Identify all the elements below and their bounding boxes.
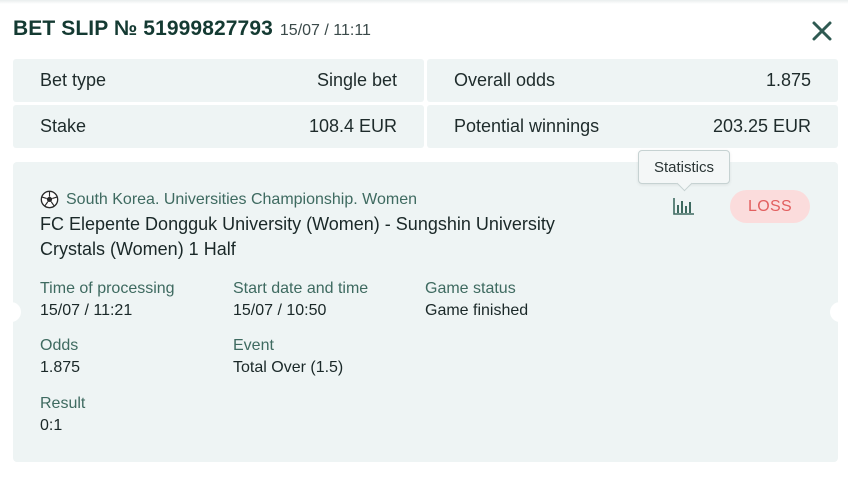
potential-winnings-value: 203.25 EUR [712, 116, 811, 136]
result-field: Result 0:1 [40, 394, 85, 436]
league-name: South Korea. Universities Championship. … [66, 190, 417, 208]
bet-event-card: South Korea. Universities Championship. … [1, 150, 848, 462]
stake-cell: Stake 108.4 EUR [13, 105, 424, 148]
game-status-value: Game finished [425, 302, 529, 319]
bet-slip-date: 15/07 / 11:11 [279, 22, 371, 39]
soccer-ball-icon [40, 190, 59, 209]
stake-value: 108.4 EUR [308, 116, 397, 136]
processing-time-value: 15/07 / 11:21 [40, 302, 133, 319]
odds-field: Odds 1.875 [40, 336, 80, 378]
bet-type-value: Single bet [316, 70, 397, 90]
processing-time-field: Time of processing 15/07 / 11:21 [40, 279, 175, 321]
top-shadow [0, 0, 848, 4]
bet-type-label: Bet type [40, 70, 107, 90]
close-button[interactable] [810, 19, 834, 43]
league-row: South Korea. Universities Championship. … [40, 190, 417, 209]
start-time-field: Start date and time 15/07 / 10:50 [233, 279, 368, 321]
status-badge: LOSS [730, 190, 810, 223]
match-name: FC Elepente Dongguk University (Women) -… [40, 214, 555, 259]
event-value: Total Over (1.5) [233, 359, 344, 376]
event-label: Event [233, 337, 274, 354]
start-time-value: 15/07 / 10:50 [233, 302, 327, 319]
result-value: 0:1 [40, 417, 63, 434]
overall-odds-value: 1.875 [765, 70, 811, 90]
potential-winnings-label: Potential winnings [454, 116, 600, 136]
bet-slip-header: BET SLIP № 51999827793 15/07 / 11:11 [13, 17, 371, 45]
potential-winnings-cell: Potential winnings 203.25 EUR [427, 105, 838, 148]
result-label: Result [40, 395, 86, 412]
stake-label: Stake [40, 116, 87, 136]
close-icon [812, 21, 832, 41]
bar-chart-icon [673, 198, 694, 215]
processing-time-label: Time of processing [40, 280, 175, 297]
card-notch-right [830, 302, 848, 322]
odds-value: 1.875 [40, 359, 81, 376]
card-notch-left [1, 302, 21, 322]
overall-odds-label: Overall odds [454, 70, 556, 90]
game-status-label: Game status [425, 280, 516, 297]
statistics-tooltip: Statistics [638, 150, 730, 184]
overall-odds-cell: Overall odds 1.875 [427, 59, 838, 102]
event-field: Event Total Over (1.5) [233, 336, 343, 378]
game-status-field: Game status Game finished [425, 279, 528, 321]
start-time-label: Start date and time [233, 280, 369, 297]
statistics-button[interactable] [670, 193, 698, 219]
bet-slip-title: BET SLIP № 51999827793 [13, 17, 273, 40]
odds-label: Odds [40, 337, 79, 354]
bet-summary: Bet type Single bet Overall odds 1.875 S… [13, 59, 838, 148]
bet-type-cell: Bet type Single bet [13, 59, 424, 102]
